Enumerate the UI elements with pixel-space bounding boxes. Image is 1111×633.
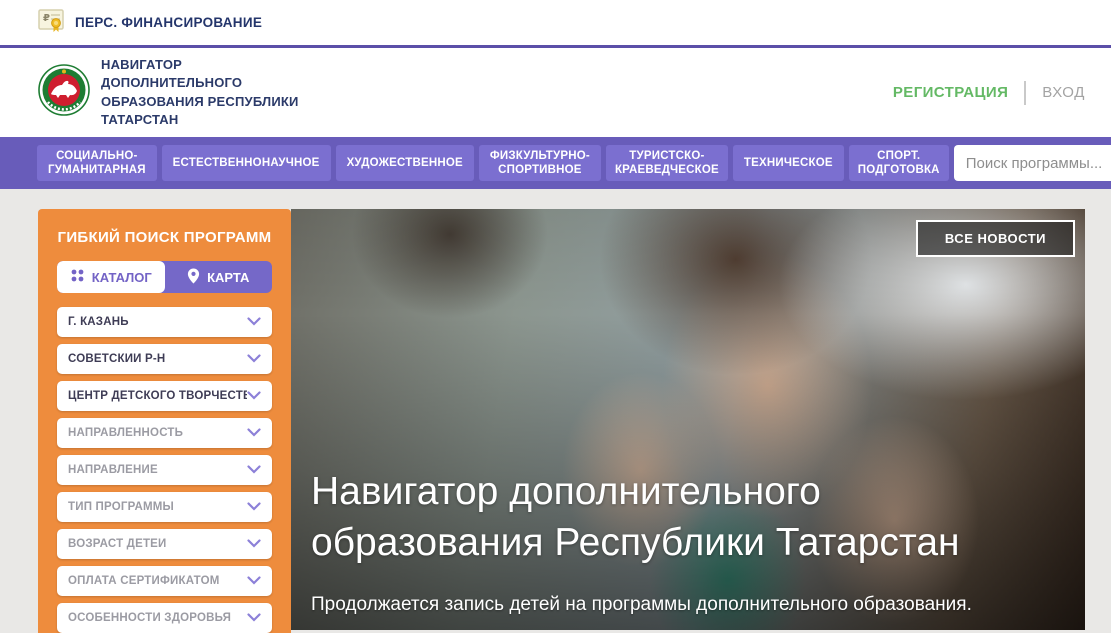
nav-item-social-humanitarian[interactable]: СОЦИАЛЬНО-ГУМАНИТАРНАЯ (37, 145, 157, 181)
brand[interactable]: НАВИГАТОР ДОПОЛНИТЕЛЬНОГО ОБРАЗОВАНИЯ РЕ… (38, 56, 316, 129)
auth-links: РЕГИСТРАЦИЯ ВХОД (893, 81, 1085, 105)
tatarstan-emblem-logo (38, 64, 90, 121)
nav-item-tourism-local[interactable]: ТУРИСТСКО-КРАЕВЕДЧЕСКОЕ (606, 145, 728, 181)
hero-text-block: Навигатор дополнительного образования Ре… (311, 467, 1055, 616)
nav-item-sport-training[interactable]: СПОРТ. ПОДГОТОВКА (849, 145, 949, 181)
flexible-search-sidebar: ГИБКИЙ ПОИСК ПРОГРАММ КАТАЛОГ (38, 209, 291, 633)
chevron-down-icon (247, 461, 261, 479)
view-toggle: КАТАЛОГ КАРТА (57, 261, 272, 293)
hero-title: Навигатор дополнительного образования Ре… (311, 467, 1055, 568)
catalog-grid-icon (70, 268, 85, 286)
nav-item-natural-science[interactable]: ЕСТЕСТВЕННОНАУЧНОЕ (162, 145, 331, 181)
tab-map[interactable]: КАРТА (165, 261, 273, 293)
chevron-down-icon (247, 609, 261, 627)
svg-text:₽: ₽ (43, 13, 50, 24)
filter-city-select[interactable]: Г. КАЗАНЬ (57, 307, 272, 337)
hero-banner: ВСЕ НОВОСТИ Навигатор дополнительного об… (291, 209, 1085, 630)
login-link[interactable]: ВХОД (1042, 84, 1085, 101)
tab-catalog-label: КАТАЛОГ (92, 270, 152, 285)
site-header: НАВИГАТОР ДОПОЛНИТЕЛЬНОГО ОБРАЗОВАНИЯ РЕ… (0, 48, 1111, 137)
chevron-down-icon (247, 572, 261, 590)
filter-organization-select[interactable]: ЦЕНТР ДЕТСКОГО ТВОРЧЕСТВА «... (57, 381, 272, 411)
main-content: ГИБКИЙ ПОИСК ПРОГРАММ КАТАЛОГ (0, 189, 1111, 633)
chevron-down-icon (247, 424, 261, 442)
chevron-down-icon (247, 498, 261, 516)
chevron-down-icon (247, 350, 261, 368)
category-nav: СОЦИАЛЬНО-ГУМАНИТАРНАЯ ЕСТЕСТВЕННОНАУЧНО… (0, 137, 1111, 189)
filter-direction-select[interactable]: НАПРАВЛЕНИЕ (57, 455, 272, 485)
pers-financing-link[interactable]: ₽ ПЕРС. ФИНАНСИРОВАНИЕ (38, 8, 262, 38)
filter-orientation-select[interactable]: НАПРАВЛЕННОСТЬ (57, 418, 272, 448)
nav-item-technical[interactable]: ТЕХНИЧЕСКОЕ (733, 145, 844, 181)
brand-title: НАВИГАТОР ДОПОЛНИТЕЛЬНОГО ОБРАЗОВАНИЯ РЕ… (101, 56, 316, 129)
filter-health-features-select[interactable]: ОСОБЕННОСТИ ЗДОРОВЬЯ (57, 603, 272, 633)
registration-link[interactable]: РЕГИСТРАЦИЯ (893, 84, 1008, 101)
filter-certificate-payment-select[interactable]: ОПЛАТА СЕРТИФИКАТОМ (57, 566, 272, 596)
top-bar: ₽ ПЕРС. ФИНАНСИРОВАНИЕ (0, 0, 1111, 48)
tab-catalog[interactable]: КАТАЛОГ (57, 261, 165, 293)
search-input[interactable] (954, 145, 1111, 181)
nav-item-physical-sport[interactable]: ФИЗКУЛЬТУРНО-СПОРТИВНОЕ (479, 145, 601, 181)
nav-item-art[interactable]: ХУДОЖЕСТВЕННОЕ (336, 145, 474, 181)
chevron-down-icon (247, 535, 261, 553)
map-pin-icon (187, 268, 200, 287)
filter-children-age-select[interactable]: ВОЗРАСТ ДЕТЕЙ (57, 529, 272, 559)
program-search (954, 145, 1111, 181)
tab-map-label: КАРТА (207, 270, 249, 285)
filter-program-type-select[interactable]: ТИП ПРОГРАММЫ (57, 492, 272, 522)
hero-subtitle: Продолжается запись детей на программы д… (311, 594, 1055, 616)
pers-financing-label: ПЕРС. ФИНАНСИРОВАНИЕ (75, 15, 262, 30)
certificate-icon: ₽ (38, 8, 65, 38)
chevron-down-icon (247, 313, 261, 331)
sidebar-title: ГИБКИЙ ПОИСК ПРОГРАММ (57, 229, 272, 246)
filter-district-select[interactable]: СОВЕТСКИЙ Р-Н (57, 344, 272, 374)
auth-separator (1024, 81, 1026, 105)
chevron-down-icon (247, 387, 261, 405)
all-news-button[interactable]: ВСЕ НОВОСТИ (916, 220, 1075, 257)
